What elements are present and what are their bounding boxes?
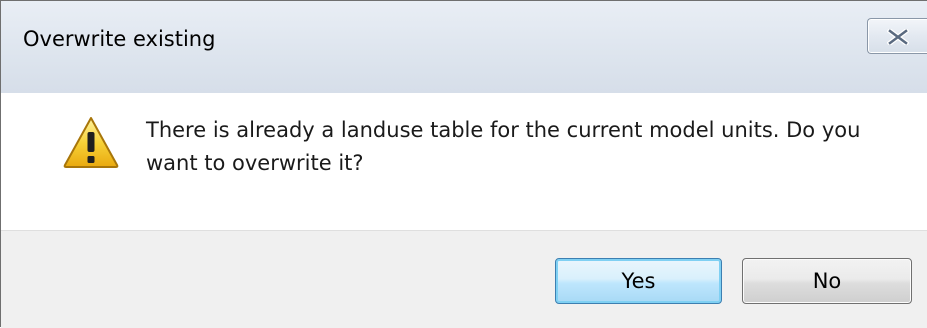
close-button[interactable] [867,18,927,54]
no-button[interactable]: No [742,258,912,304]
yes-button[interactable]: Yes [555,258,722,304]
close-icon [887,29,909,45]
warning-icon [62,115,120,173]
window-title: Overwrite existing [23,27,216,51]
title-bar[interactable]: Overwrite existing [1,1,927,93]
dialog-window: Overwrite existing There is already a la… [0,0,927,328]
message-text: There is already a landuse table for the… [146,118,861,175]
